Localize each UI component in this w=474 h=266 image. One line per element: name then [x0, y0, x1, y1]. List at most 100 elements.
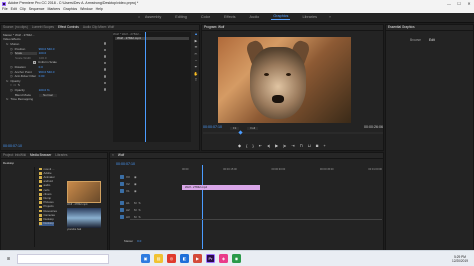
selection-tool-icon[interactable]: ▲ [194, 32, 198, 37]
type-tool-icon[interactable]: T [195, 79, 197, 83]
workspace-assembly[interactable]: Assembly [143, 15, 163, 20]
timeline-playhead[interactable] [202, 165, 203, 249]
blend-mode-select[interactable]: Normal [39, 93, 57, 97]
razor-tool-icon[interactable]: ✂ [194, 52, 197, 57]
timeline-ruler[interactable]: 00:00 00:00:15:00 00:00:30:00 00:00:45:0… [182, 168, 382, 173]
ec-playhead[interactable] [145, 32, 146, 142]
workspace-audio[interactable]: Audio [248, 15, 262, 20]
tab-project[interactable]: Project: InfoWiki [3, 153, 26, 157]
menu-help[interactable]: Help [96, 8, 103, 12]
close-icon[interactable]: × [112, 153, 114, 157]
media-thumbnail[interactable] [67, 208, 101, 228]
maximize-button[interactable]: ☐ [454, 0, 464, 7]
track-label[interactable]: A2 [126, 208, 132, 212]
export-frame-icon[interactable]: ◙ [316, 144, 318, 148]
chrome-icon[interactable]: ◎ [167, 254, 176, 263]
lift-icon[interactable]: ⊓ [300, 144, 303, 148]
menu-edit[interactable]: Edit [11, 8, 17, 12]
tab-audio-clip-mixer[interactable]: Audio Clip Mixer: Wolf [83, 25, 114, 29]
step-forward-icon[interactable]: |▸ [283, 144, 286, 148]
stopwatch-icon[interactable]: ◷ [10, 75, 13, 78]
tab-edit[interactable]: Edit [429, 38, 435, 42]
program-timecode[interactable]: 00:00:07:10 [203, 126, 222, 130]
extract-icon[interactable]: ⊔ [308, 144, 311, 148]
tab-source[interactable]: Source: (no clips) [3, 25, 28, 29]
zoom-select[interactable]: Fit [230, 126, 240, 130]
reset-icon[interactable] [103, 55, 107, 58]
time-remap-row[interactable]: fx Time Remapping [3, 97, 111, 102]
list-item[interactable]: Desktop [39, 221, 54, 226]
anchor-value[interactable]: 960.0 540.0 [39, 70, 55, 74]
menu-window[interactable]: Window [80, 8, 92, 12]
taskbar-clock[interactable]: 5:29 PM 12/20/2019 [452, 255, 468, 263]
tab-browse[interactable]: Browse [410, 38, 421, 42]
reset-icon[interactable] [103, 48, 107, 52]
solo-icon[interactable]: S [139, 215, 141, 219]
ripple-edit-tool-icon[interactable]: ⇹ [194, 46, 197, 50]
workspace-color[interactable]: Color [199, 15, 212, 20]
tab-essential-graphics[interactable]: Essential Graphics [388, 25, 415, 29]
mark-in-icon[interactable]: { [246, 144, 247, 148]
tab-lumetri-scopes[interactable]: Lumetri Scopes [32, 25, 54, 29]
workspace-effects[interactable]: Effects [222, 15, 238, 20]
tab-program[interactable]: Program: Wolf [204, 25, 224, 29]
track-label[interactable]: V1 [126, 189, 132, 193]
opacity-value[interactable]: 100.0 % [39, 88, 50, 92]
eye-icon[interactable]: ◉ [134, 175, 137, 179]
stopwatch-icon[interactable]: ◷ [10, 47, 13, 51]
go-to-out-icon[interactable]: ⇥ [291, 144, 294, 148]
menu-markers[interactable]: Markers [47, 8, 60, 12]
go-to-in-icon[interactable]: ⇤ [259, 144, 262, 148]
track-select-tool-icon[interactable]: ▶ [195, 39, 198, 44]
tab-media-browser[interactable]: Media Browser [30, 153, 51, 157]
task-view-icon[interactable]: ▣ [141, 254, 150, 263]
reset-icon[interactable] [103, 74, 107, 78]
solo-icon[interactable]: S [139, 201, 141, 205]
program-scrubber[interactable] [203, 130, 383, 135]
mute-icon[interactable]: M [134, 215, 137, 219]
mark-out-icon[interactable]: } [252, 144, 253, 148]
play-icon[interactable]: ▶ [275, 144, 278, 148]
lock-icon[interactable] [120, 208, 124, 212]
track-label[interactable]: V2 [126, 182, 132, 186]
workspace-libraries[interactable]: Libraries [300, 15, 319, 20]
lock-icon[interactable] [120, 189, 124, 193]
add-marker-icon[interactable]: ◆ [238, 144, 241, 148]
home-icon[interactable]: ⌂ [138, 15, 140, 20]
menu-sequence[interactable]: Sequence [29, 8, 45, 12]
program-video-frame[interactable] [218, 37, 351, 123]
rect-mask-icon[interactable]: □ [14, 84, 16, 87]
hand-tool-icon[interactable]: ✋ [194, 72, 198, 77]
reset-icon[interactable] [103, 81, 107, 85]
close-button[interactable]: ✕ [464, 0, 474, 7]
workspace-editing[interactable]: Editing [173, 15, 189, 20]
tab-sequence[interactable]: Wolf [118, 153, 124, 157]
scale-value[interactable]: 100.0 [39, 52, 47, 55]
menu-clip[interactable]: Clip [20, 8, 26, 12]
eye-icon[interactable]: ◉ [134, 189, 137, 193]
timeline-timecode[interactable]: 00:00:07:10 [116, 162, 135, 167]
file-explorer-icon[interactable]: ▤ [154, 254, 163, 263]
lock-icon[interactable] [120, 215, 124, 219]
more-workspaces-icon[interactable]: » [329, 15, 331, 20]
minimize-button[interactable]: — [444, 0, 454, 7]
scale-width-value[interactable]: 100.0 [39, 56, 47, 60]
quality-select[interactable]: Full [247, 126, 259, 130]
flicker-value[interactable]: 0.00 [39, 75, 45, 78]
solo-icon[interactable]: S [139, 208, 141, 212]
reset-icon[interactable] [103, 42, 107, 45]
app-taskbar-icon[interactable]: ◉ [232, 254, 241, 263]
reset-icon[interactable] [103, 68, 107, 71]
workspace-graphics[interactable]: Graphics [271, 14, 291, 20]
photoshop-taskbar-icon[interactable]: ◈ [219, 254, 228, 263]
mute-icon[interactable]: M [134, 201, 137, 205]
windows-start-icon[interactable]: ⊞ [4, 254, 13, 263]
lock-icon[interactable] [120, 182, 124, 186]
media-thumbnail[interactable] [67, 181, 101, 203]
premiere-taskbar-icon[interactable]: Pr [206, 254, 215, 263]
stopwatch-icon[interactable]: ◷ [10, 65, 13, 69]
program-playhead[interactable] [238, 130, 243, 135]
tab-effect-controls[interactable]: Effect Controls [58, 25, 79, 29]
stopwatch-icon[interactable]: ◷ [10, 88, 13, 92]
taskbar-search-box[interactable] [17, 253, 109, 264]
